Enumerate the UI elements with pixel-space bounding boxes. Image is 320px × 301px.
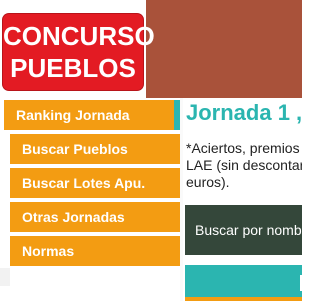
sidebar-blank-item xyxy=(10,268,160,286)
logo[interactable]: CONCURSO PUEBLOS xyxy=(3,14,155,90)
sidebar-item-buscar-pueblos[interactable]: Buscar Pueblos xyxy=(10,134,180,164)
logo-panel: CONCURSO PUEBLOS xyxy=(0,0,155,98)
sidebar-strip xyxy=(0,268,10,286)
sidebar-item-label: Buscar Pueblos xyxy=(22,141,128,157)
bar-bottom-accent xyxy=(185,297,302,301)
page-title: Jornada 1 , xyxy=(186,100,303,125)
sidebar-item-ranking-jornada[interactable]: Ranking Jornada xyxy=(4,100,180,130)
teal-action-bar[interactable] xyxy=(185,265,302,301)
sidebar-divider xyxy=(180,98,183,301)
search-by-name-button[interactable]: Buscar por nombre xyxy=(185,205,302,255)
sidebar-item-buscar-lotes[interactable]: Buscar Lotes Apu. xyxy=(10,168,180,198)
logo-line-2: PUEBLOS xyxy=(10,53,136,83)
sidebar-item-label: Ranking Jornada xyxy=(16,107,130,123)
description-text: *Aciertos, premios LAE (sin descontar eu… xyxy=(186,140,302,191)
description-line: euros). xyxy=(186,174,230,190)
description-line: LAE (sin descontar xyxy=(186,157,302,173)
sidebar-item-label: Otras Jornadas xyxy=(22,209,125,225)
logo-line-1: CONCURSO xyxy=(3,21,155,51)
bar-edge-mark xyxy=(300,275,302,291)
description-line: *Aciertos, premios xyxy=(186,140,300,156)
active-marker xyxy=(174,100,180,130)
sidebar-item-label: Buscar Lotes Apu. xyxy=(22,175,146,191)
sidebar-item-label: Normas xyxy=(22,243,75,259)
sidebar-item-normas[interactable]: Normas xyxy=(10,236,180,266)
sidebar-item-otras-jornadas[interactable]: Otras Jornadas xyxy=(10,202,180,232)
